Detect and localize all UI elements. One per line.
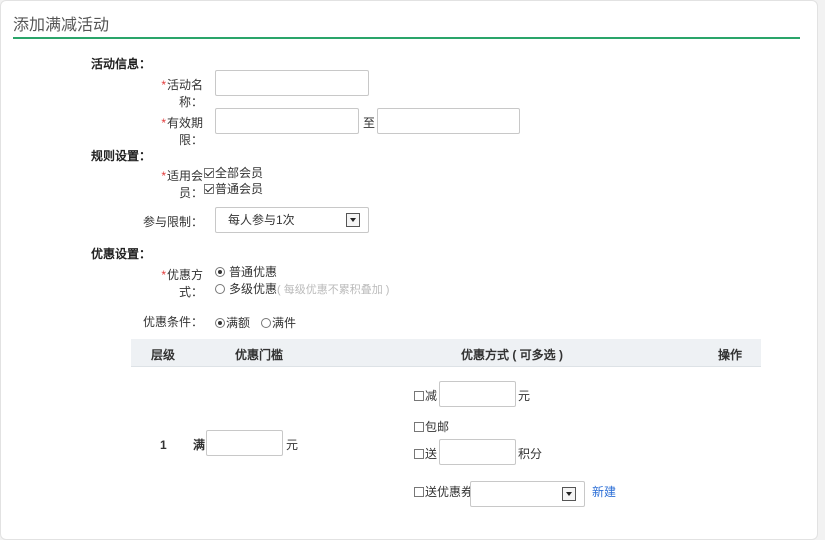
discount-condition-label: 优惠条件： [142, 315, 203, 329]
page-title: 添加满减活动 [13, 17, 110, 34]
required-mark: * [161, 78, 166, 92]
validity-label: *有效期限： [161, 116, 203, 147]
period-separator: 至 [363, 116, 376, 130]
checkbox-icon[interactable] [204, 184, 214, 194]
member-option-regular[interactable]: 普通会员 [204, 180, 263, 197]
condition-option-quantity[interactable]: 满件 [261, 314, 296, 331]
discount-method-label: *优惠方式： [161, 268, 203, 299]
form-panel: 添加满减活动 活动信息： *活动名称： *有效期限： 至 规则设置： *适用会员… [0, 0, 818, 540]
tier-table-header: 层级 优惠门槛 优惠方式 ( 可多选 ) 操作 [131, 339, 761, 367]
method-option-multilevel[interactable]: 多级优惠( 每级优惠不累积叠加 ) [215, 280, 389, 297]
condition-option-amount[interactable]: 满额 [215, 314, 250, 331]
reduce-unit: 元 [518, 389, 531, 403]
limit-label: 参与限制： [142, 215, 203, 229]
end-date-input[interactable] [377, 108, 520, 134]
section-rules-heading: 规则设置： [91, 149, 152, 163]
free-shipping-option[interactable]: 包邮 [414, 418, 449, 435]
checkbox-icon[interactable] [414, 391, 424, 401]
radio-icon[interactable] [261, 318, 271, 328]
checkbox-icon[interactable] [204, 168, 214, 178]
chevron-down-icon[interactable] [562, 487, 576, 501]
limit-selected-value: 每人参与1次 [228, 213, 295, 227]
checkbox-icon[interactable] [414, 449, 424, 459]
reduce-amount-input[interactable] [439, 381, 516, 407]
threshold-unit: 元 [286, 438, 299, 452]
coupon-option[interactable]: 送优惠券 [414, 483, 473, 500]
points-unit: 积分 [518, 447, 543, 461]
radio-icon[interactable] [215, 318, 225, 328]
coupon-select[interactable] [470, 481, 585, 507]
give-points-option[interactable]: 送 [414, 445, 437, 462]
section-discount-heading: 优惠设置： [91, 247, 152, 261]
member-option-all[interactable]: 全部会员 [204, 164, 263, 181]
checkbox-icon[interactable] [414, 487, 424, 497]
reduce-option[interactable]: 减 [414, 387, 437, 404]
header-method: 优惠方式 ( 可多选 ) [461, 348, 563, 362]
start-date-input[interactable] [215, 108, 359, 134]
multilevel-hint: ( 每级优惠不累积叠加 ) [277, 284, 390, 296]
threshold-input[interactable] [206, 430, 283, 456]
required-mark: * [161, 116, 166, 130]
section-info-heading: 活动信息： [91, 57, 152, 71]
members-label: *适用会员： [161, 169, 203, 200]
tier-level: 1 [160, 438, 167, 452]
header-action: 操作 [718, 348, 743, 362]
threshold-prefix: 满 [193, 438, 206, 452]
header-level: 层级 [151, 348, 176, 362]
checkbox-icon[interactable] [414, 422, 424, 432]
points-input[interactable] [439, 439, 516, 465]
method-option-normal[interactable]: 普通优惠 [215, 263, 277, 280]
activity-name-input[interactable] [215, 70, 369, 96]
new-coupon-link[interactable]: 新建 [592, 483, 616, 500]
required-mark: * [161, 169, 166, 183]
header-threshold: 优惠门槛 [235, 348, 284, 362]
chevron-down-icon[interactable] [346, 213, 360, 227]
radio-icon[interactable] [215, 267, 225, 277]
activity-name-label: *活动名称： [161, 78, 203, 109]
title-divider [13, 37, 800, 39]
radio-icon[interactable] [215, 284, 225, 294]
limit-select[interactable]: 每人参与1次 [215, 207, 369, 233]
required-mark: * [161, 268, 166, 282]
